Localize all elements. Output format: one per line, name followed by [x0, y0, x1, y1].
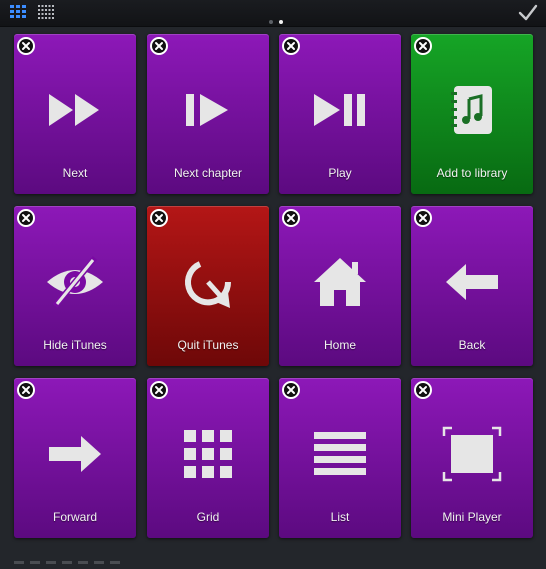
list-icon: [314, 432, 366, 475]
tile-add-to-library[interactable]: Add to library: [411, 34, 533, 194]
tile-label: Next chapter: [173, 166, 243, 180]
close-icon: [22, 214, 30, 222]
tile-label: Grid: [196, 510, 220, 524]
arrow-left-icon: [446, 264, 498, 300]
remove-button[interactable]: [17, 209, 35, 227]
tile-next-chapter[interactable]: Next chapter: [147, 34, 269, 194]
close-icon: [22, 42, 30, 50]
arrow-right-icon: [49, 436, 101, 472]
tile-label: Hide iTunes: [43, 338, 107, 352]
remove-button[interactable]: [282, 37, 300, 55]
remove-button[interactable]: [17, 381, 35, 399]
close-icon: [287, 386, 295, 394]
remove-button[interactable]: [414, 209, 432, 227]
tile-next[interactable]: Next: [14, 34, 136, 194]
mini-player-icon: [442, 426, 502, 482]
remove-button[interactable]: [150, 381, 168, 399]
remove-button[interactable]: [414, 37, 432, 55]
top-toolbar: [0, 0, 546, 27]
tile-label: Quit iTunes: [177, 338, 239, 352]
remove-button[interactable]: [150, 209, 168, 227]
page-dot-active[interactable]: [279, 20, 283, 24]
close-icon: [22, 386, 30, 394]
tile-home[interactable]: Home: [279, 206, 401, 366]
tile-label: Mini Player: [442, 510, 502, 524]
remove-button[interactable]: [282, 381, 300, 399]
tile-hide-itunes[interactable]: Hide iTunes: [14, 206, 136, 366]
close-icon: [155, 42, 163, 50]
remove-button[interactable]: [414, 381, 432, 399]
fast-forward-icon: [49, 94, 99, 126]
grid-icon: [184, 430, 232, 478]
close-icon: [287, 42, 295, 50]
small-grid-icon: [38, 5, 54, 19]
tile-mini-player[interactable]: Mini Player: [411, 378, 533, 538]
house-icon: [314, 258, 366, 306]
close-icon: [155, 214, 163, 222]
tile-label: Next: [62, 166, 88, 180]
large-view-button[interactable]: [10, 5, 26, 19]
shortcut-grid: Next Next chapter Play Add to library Hide i…: [0, 26, 546, 554]
hidden-eye-icon: [47, 256, 103, 308]
page-indicator[interactable]: [266, 11, 286, 24]
tile-label: Home: [323, 338, 356, 352]
tile-label: Play: [328, 166, 352, 180]
close-icon: [155, 386, 163, 394]
music-notebook-icon: [451, 86, 492, 134]
tile-label: Forward: [52, 510, 97, 524]
close-icon: [287, 214, 295, 222]
page-dot[interactable]: [269, 20, 273, 24]
done-button[interactable]: [518, 4, 538, 22]
small-view-button[interactable]: [38, 5, 54, 19]
remove-button[interactable]: [282, 209, 300, 227]
close-icon: [419, 42, 427, 50]
tile-play[interactable]: Play: [279, 34, 401, 194]
tile-quit-itunes[interactable]: Quit iTunes: [147, 206, 269, 366]
tile-label: Back: [458, 338, 486, 352]
large-grid-icon: [10, 5, 26, 18]
remove-button[interactable]: [17, 37, 35, 55]
close-icon: [419, 386, 427, 394]
quit-icon: [185, 261, 232, 308]
checkmark-icon: [518, 4, 538, 21]
remove-button[interactable]: [150, 37, 168, 55]
tile-back[interactable]: Back: [411, 206, 533, 366]
close-icon: [419, 214, 427, 222]
tile-list[interactable]: List: [279, 378, 401, 538]
tile-label: List: [330, 510, 350, 524]
tile-label: Add to library: [436, 166, 508, 180]
tile-forward[interactable]: Forward: [14, 378, 136, 538]
tile-grid[interactable]: Grid: [147, 378, 269, 538]
play-pause-icon: [314, 94, 365, 126]
next-chapter-icon: [186, 94, 228, 126]
